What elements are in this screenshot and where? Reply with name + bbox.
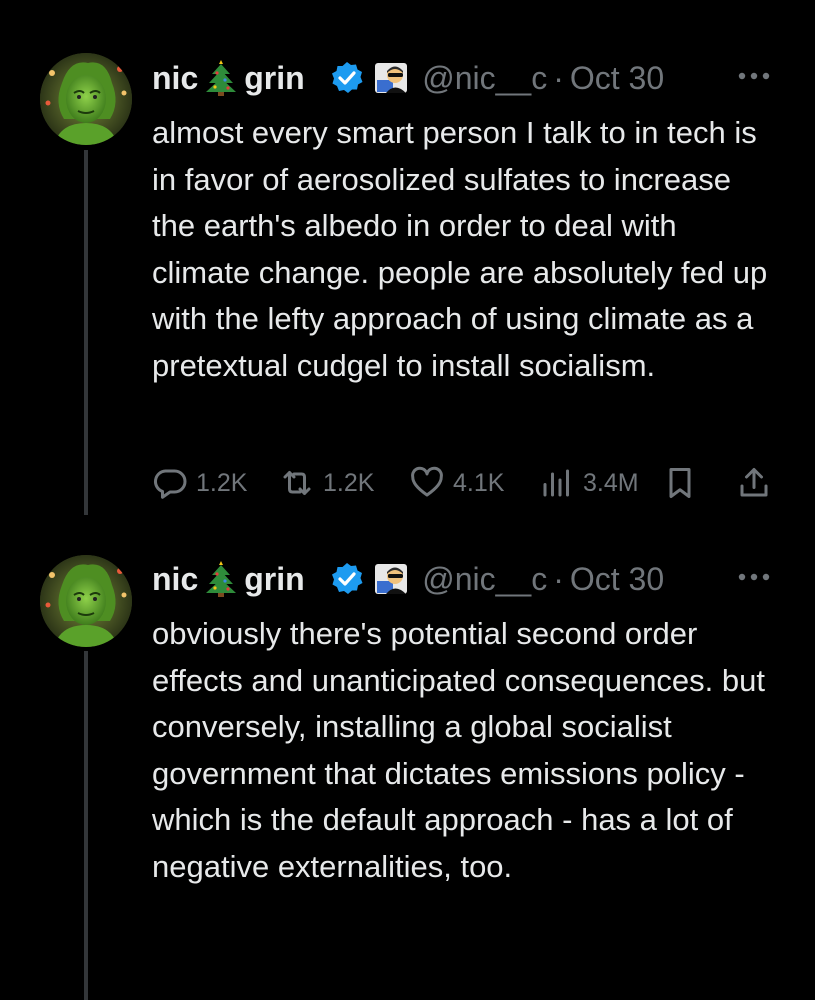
tweet-1[interactable]: nic grin @nic__c · Oct 30 almost every s…	[0, 0, 815, 515]
christmas-tree-icon	[206, 60, 237, 96]
separator-dot: ·	[553, 59, 564, 96]
user-handle[interactable]: @nic__c	[422, 60, 547, 97]
verified-badge-icon[interactable]	[330, 61, 365, 95]
tweet-date[interactable]: Oct 30	[570, 561, 664, 598]
christmas-tree-icon	[206, 561, 237, 597]
tweet-2[interactable]: nic grin @nic__c · Oct 30 obviously ther…	[0, 515, 815, 1000]
thread-line	[84, 150, 88, 515]
repost-icon	[283, 471, 311, 495]
affiliate-emoji-icon	[375, 564, 408, 594]
repost-button[interactable]: 1.2K	[279, 458, 374, 508]
like-button[interactable]: 4.1K	[409, 458, 504, 508]
display-name[interactable]: nic grin	[152, 561, 328, 598]
tweet-text: obviously there's potential second order…	[152, 616, 765, 884]
avatar-image	[40, 53, 132, 145]
share-button[interactable]	[736, 458, 772, 508]
bookmark-button[interactable]	[662, 458, 698, 508]
display-name-suffix: grin	[244, 59, 305, 96]
separator-dot: ·	[553, 560, 564, 597]
thread-line	[84, 651, 88, 1000]
more-options-icon[interactable]	[737, 571, 771, 583]
share-icon	[740, 468, 768, 497]
view-count: 3.4M	[583, 468, 639, 497]
views-icon	[543, 469, 569, 497]
avatar[interactable]	[40, 53, 132, 145]
reply-count: 1.2K	[196, 468, 248, 497]
user-handle[interactable]: @nic__c	[422, 561, 547, 598]
like-icon	[411, 466, 443, 497]
tweet-date[interactable]: Oct 30	[570, 60, 664, 97]
display-name[interactable]: nic grin	[152, 60, 328, 97]
tweet-actions: 1.2K 1.2K 4.1K 3.4M	[152, 458, 782, 508]
avatar[interactable]	[40, 555, 132, 647]
repost-count: 1.2K	[323, 468, 375, 497]
reply-icon	[153, 469, 187, 499]
affiliate-emoji-icon	[375, 63, 408, 93]
bookmark-icon	[669, 468, 691, 498]
tweet-text: almost every smart person I talk to in t…	[152, 115, 768, 383]
verified-badge-icon[interactable]	[330, 562, 365, 596]
reply-button[interactable]: 1.2K	[152, 458, 247, 508]
display-name-suffix: grin	[244, 560, 305, 597]
views-button[interactable]: 3.4M	[539, 458, 639, 508]
tweet-header: nic grin @nic__c · Oct 30	[152, 56, 664, 100]
avatar-image	[40, 555, 132, 647]
display-name-text: nic	[152, 560, 199, 597]
display-name-text: nic	[152, 59, 199, 96]
tweet-header: nic grin @nic__c · Oct 30	[152, 557, 664, 601]
like-count: 4.1K	[453, 468, 505, 497]
more-options-icon[interactable]	[737, 70, 771, 82]
